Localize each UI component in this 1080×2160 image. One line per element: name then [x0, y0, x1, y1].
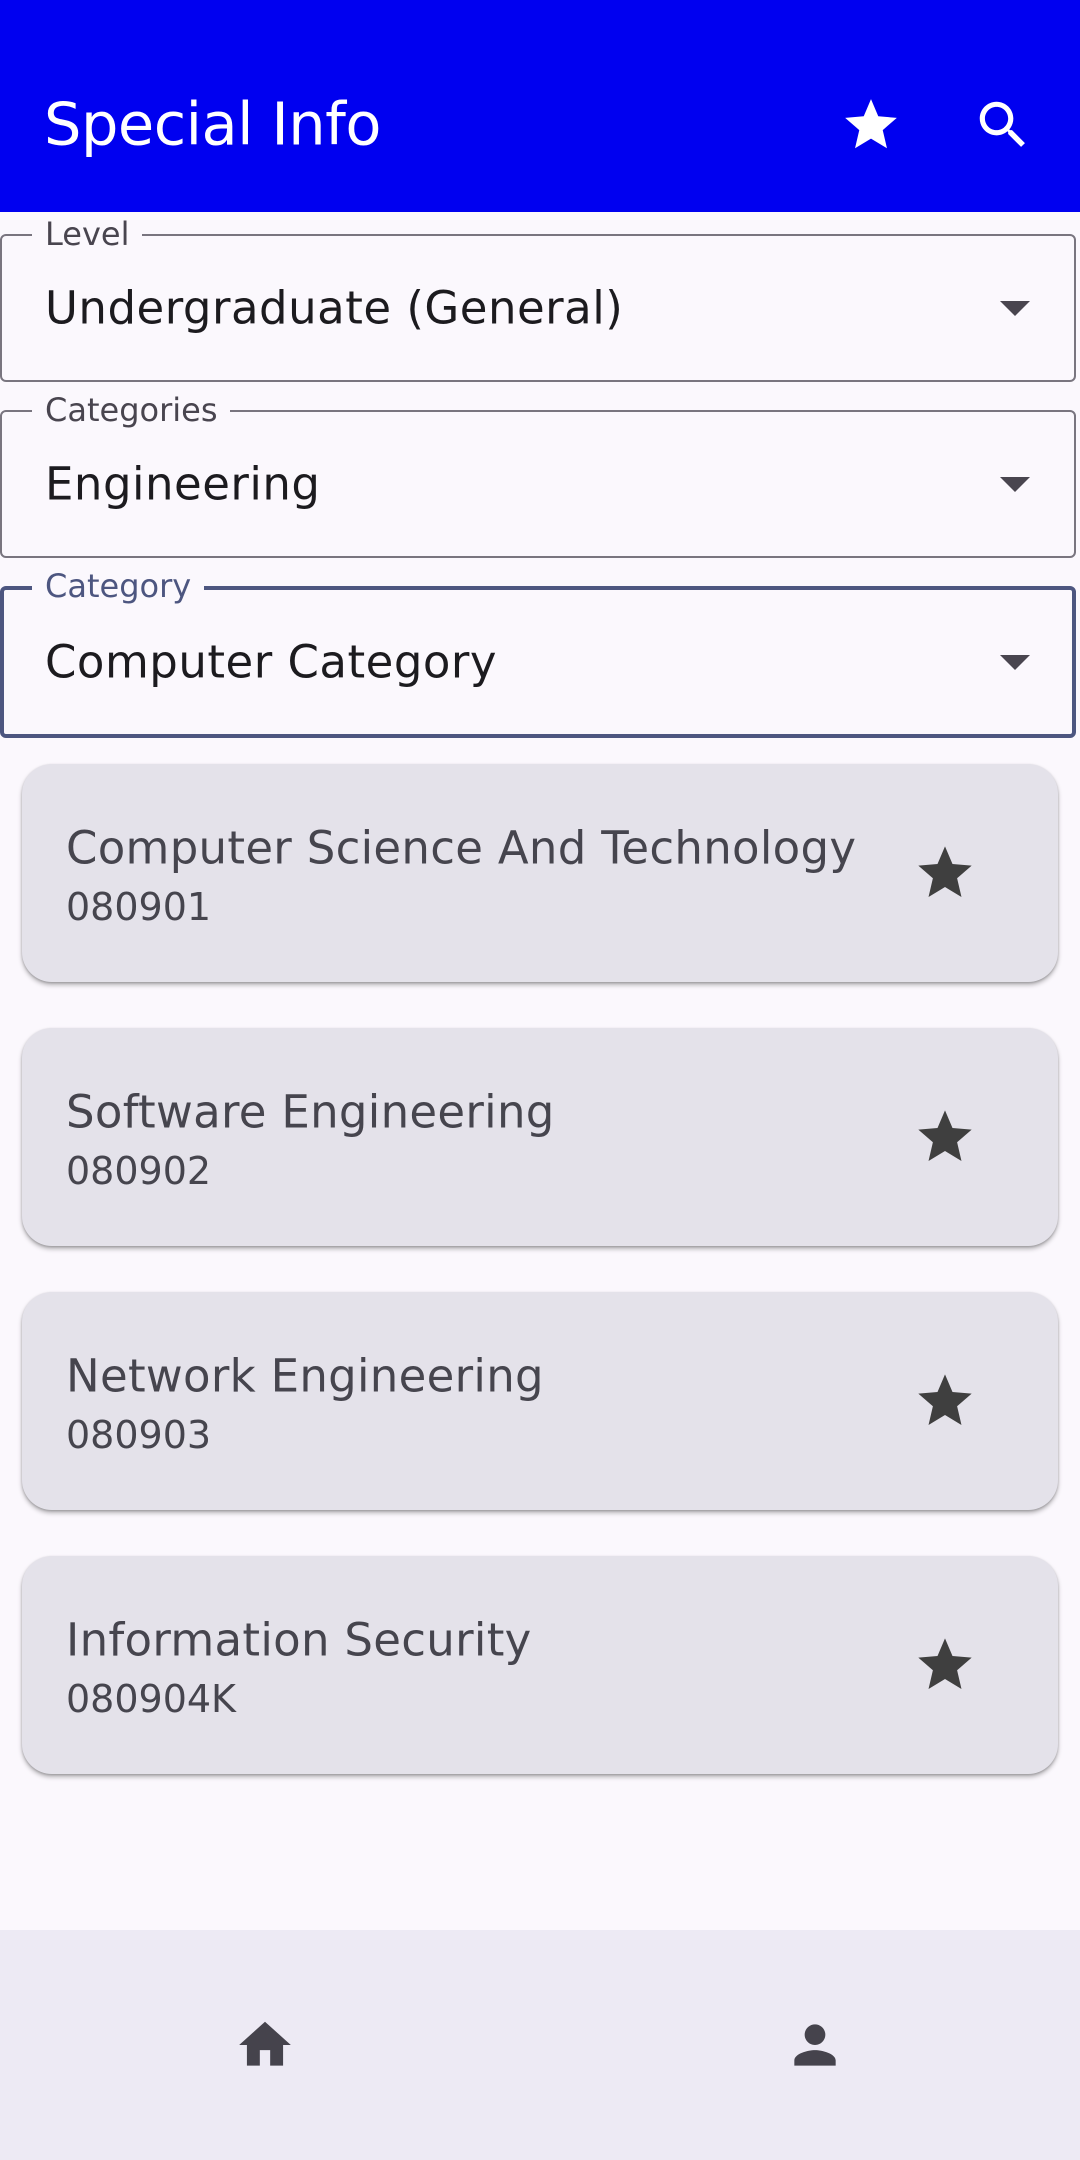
major-code: 080903 [66, 1413, 212, 1457]
dropdown-arrow-icon [1000, 655, 1030, 670]
categories-value: Engineering [45, 457, 321, 511]
major-name: Computer Science And Technology [66, 821, 857, 875]
major-card[interactable]: Information Security 080904K [22, 1556, 1058, 1774]
nav-profile-button[interactable] [540, 1930, 1080, 2160]
major-name: Network Engineering [66, 1349, 544, 1403]
level-value: Undergraduate (General) [45, 281, 624, 335]
app-bar: Special Info [0, 0, 1080, 212]
major-name: Software Engineering [66, 1085, 555, 1139]
level-label: Level [32, 214, 143, 254]
major-name: Information Security [66, 1613, 532, 1667]
star-icon [918, 1374, 972, 1425]
search-icon [979, 101, 1025, 147]
category-value: Computer Category [45, 635, 498, 689]
major-code: 080901 [66, 885, 212, 929]
major-code: 080902 [66, 1149, 212, 1193]
star-icon [918, 1110, 972, 1161]
major-card[interactable]: Software Engineering 080902 [22, 1028, 1058, 1246]
major-card[interactable]: Computer Science And Technology 080901 [22, 764, 1058, 982]
bottom-navigation [0, 1930, 1080, 2160]
category-dropdown[interactable]: Category Computer Category [0, 566, 1076, 738]
page-title: Special Info [44, 89, 382, 159]
favorites-button[interactable] [838, 92, 904, 158]
favorite-toggle[interactable] [912, 1368, 978, 1434]
dropdown-arrow-icon [1000, 477, 1030, 492]
categories-dropdown[interactable]: Categories Engineering [0, 390, 1076, 558]
star-icon [918, 1638, 972, 1689]
level-dropdown[interactable]: Level Undergraduate (General) [0, 214, 1076, 382]
home-icon [239, 2021, 291, 2066]
dropdown-arrow-icon [1000, 301, 1030, 316]
nav-home-button[interactable] [0, 1930, 540, 2160]
major-card[interactable]: Network Engineering 080903 [22, 1292, 1058, 1510]
favorite-toggle[interactable] [912, 1104, 978, 1170]
favorite-toggle[interactable] [912, 840, 978, 906]
search-button[interactable] [970, 92, 1036, 158]
star-icon [845, 99, 897, 149]
categories-label: Categories [32, 390, 231, 430]
major-code: 080904K [66, 1677, 236, 1721]
favorite-toggle[interactable] [912, 1632, 978, 1698]
person-icon [794, 2024, 836, 2066]
star-icon [918, 846, 972, 897]
category-label: Category [32, 566, 205, 606]
